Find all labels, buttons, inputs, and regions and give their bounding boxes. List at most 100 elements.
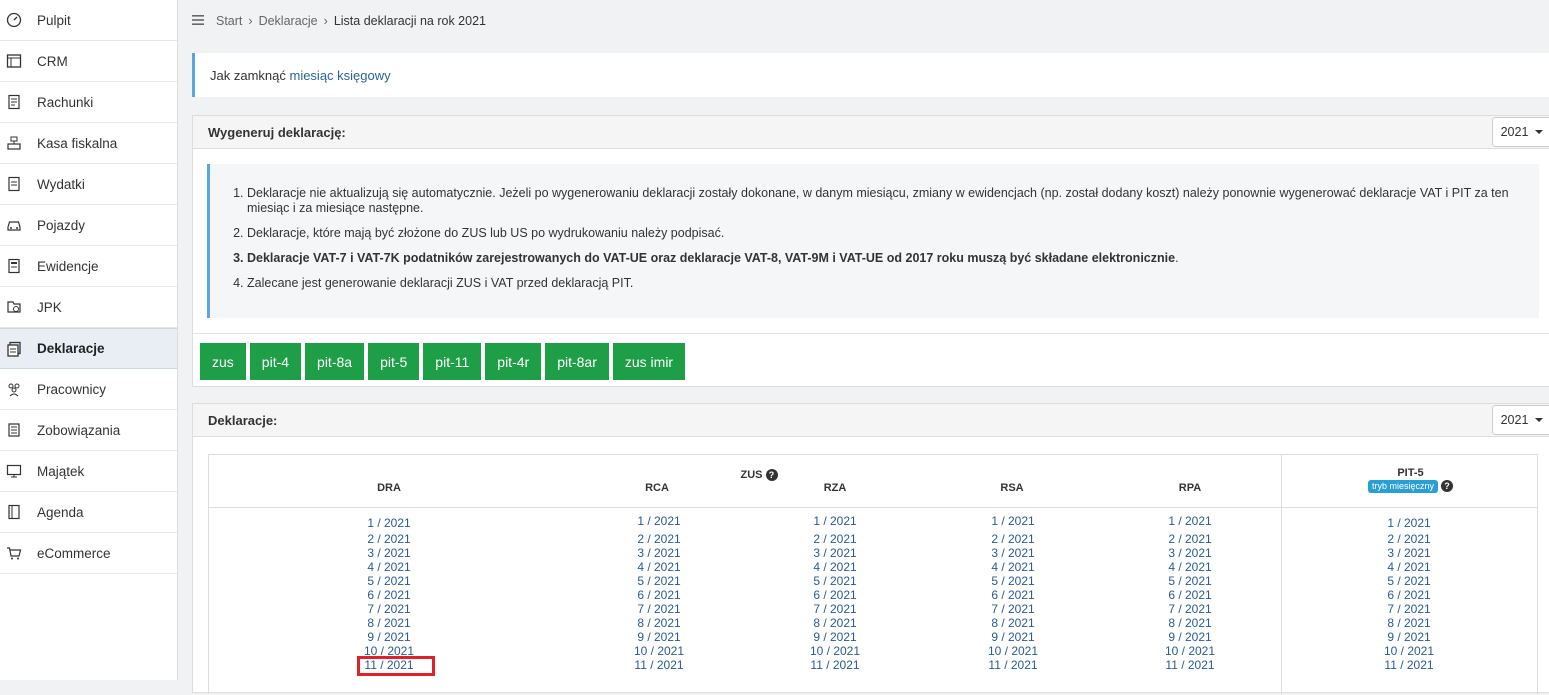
rsa-link-7[interactable]: 7 / 2021 bbox=[973, 602, 1053, 616]
rca-link-10[interactable]: 10 / 2021 bbox=[619, 644, 699, 658]
rpa-link-7[interactable]: 7 / 2021 bbox=[1150, 602, 1230, 616]
rca-link-2[interactable]: 2 / 2021 bbox=[619, 532, 699, 546]
year-select[interactable]: 2021 bbox=[1492, 405, 1549, 435]
pit-11-button[interactable]: pit-11 bbox=[423, 343, 482, 380]
breadcrumb-declarations[interactable]: Deklaracje bbox=[259, 14, 318, 28]
year-select[interactable]: 2021 bbox=[1492, 117, 1549, 147]
dra-link-8[interactable]: 8 / 2021 bbox=[349, 616, 429, 630]
pit-4r-button[interactable]: pit-4r bbox=[485, 343, 542, 380]
rpa-link-9[interactable]: 9 / 2021 bbox=[1150, 630, 1230, 644]
dra-link-9[interactable]: 9 / 2021 bbox=[349, 630, 429, 644]
col-dra-header: DRA bbox=[377, 482, 401, 494]
sidebar-item-jpk[interactable]: JPK bbox=[0, 287, 177, 328]
rsa-link-6[interactable]: 6 / 2021 bbox=[973, 588, 1053, 602]
close-month-link[interactable]: miesiąc księgowy bbox=[289, 68, 390, 83]
pit5-link-6[interactable]: 6 / 2021 bbox=[1369, 588, 1449, 602]
rpa-link-5[interactable]: 5 / 2021 bbox=[1150, 574, 1230, 588]
sidebar-item-ecommerce[interactable]: eCommerce bbox=[0, 533, 177, 574]
rsa-link-2[interactable]: 2 / 2021 bbox=[973, 532, 1053, 546]
pit5-link-8[interactable]: 8 / 2021 bbox=[1369, 616, 1449, 630]
pit5-link-1[interactable]: 1 / 2021 bbox=[1369, 516, 1449, 530]
rza-link-9[interactable]: 9 / 2021 bbox=[795, 630, 875, 644]
dra-link-1[interactable]: 1 / 2021 bbox=[349, 516, 429, 530]
rca-link-1[interactable]: 1 / 2021 bbox=[619, 514, 699, 528]
sidebar-item-majątek[interactable]: Majątek bbox=[0, 451, 177, 492]
rza-link-5[interactable]: 5 / 2021 bbox=[795, 574, 875, 588]
pit5-link-10[interactable]: 10 / 2021 bbox=[1369, 644, 1449, 658]
sidebar-item-rachunki[interactable]: Rachunki bbox=[0, 82, 177, 123]
dra-link-7[interactable]: 7 / 2021 bbox=[349, 602, 429, 616]
rza-link-4[interactable]: 4 / 2021 bbox=[795, 560, 875, 574]
rza-link-8[interactable]: 8 / 2021 bbox=[795, 616, 875, 630]
rpa-link-1[interactable]: 1 / 2021 bbox=[1150, 514, 1230, 528]
sidebar-item-pojazdy[interactable]: Pojazdy bbox=[0, 205, 177, 246]
rza-link-3[interactable]: 3 / 2021 bbox=[795, 546, 875, 560]
rza-link-6[interactable]: 6 / 2021 bbox=[795, 588, 875, 602]
rpa-link-2[interactable]: 2 / 2021 bbox=[1150, 532, 1230, 546]
pit5-link-5[interactable]: 5 / 2021 bbox=[1369, 574, 1449, 588]
pit-4-button[interactable]: pit-4 bbox=[249, 343, 302, 380]
rza-link-10[interactable]: 10 / 2021 bbox=[795, 644, 875, 658]
rza-link-7[interactable]: 7 / 2021 bbox=[795, 602, 875, 616]
rca-link-3[interactable]: 3 / 2021 bbox=[619, 546, 699, 560]
pit5-link-3[interactable]: 3 / 2021 bbox=[1369, 546, 1449, 560]
rsa-link-4[interactable]: 4 / 2021 bbox=[973, 560, 1053, 574]
rsa-link-8[interactable]: 8 / 2021 bbox=[973, 616, 1053, 630]
rpa-link-10[interactable]: 10 / 2021 bbox=[1150, 644, 1230, 658]
rpa-link-6[interactable]: 6 / 2021 bbox=[1150, 588, 1230, 602]
chevron-right-icon: › bbox=[248, 14, 253, 28]
rpa-link-11[interactable]: 11 / 2021 bbox=[1150, 658, 1230, 672]
assets-icon bbox=[2, 461, 26, 481]
rsa-link-5[interactable]: 5 / 2021 bbox=[973, 574, 1053, 588]
pit5-link-11[interactable]: 11 / 2021 bbox=[1369, 658, 1449, 672]
rza-link-11[interactable]: 11 / 2021 bbox=[795, 658, 875, 672]
sidebar-item-agenda[interactable]: Agenda bbox=[0, 492, 177, 533]
sidebar-item-wydatki[interactable]: Wydatki bbox=[0, 164, 177, 205]
sidebar-item-ewidencje[interactable]: Ewidencje bbox=[0, 246, 177, 287]
declarations-panel: Deklaracje: 2021 ZUS? DRA RCA RZA RSA RP… bbox=[192, 403, 1549, 695]
sidebar-item-crm[interactable]: CRM bbox=[0, 41, 177, 82]
dra-link-6[interactable]: 6 / 2021 bbox=[349, 588, 429, 602]
pit5-link-7[interactable]: 7 / 2021 bbox=[1369, 602, 1449, 616]
sidebar-item-zobowiązania[interactable]: Zobowiązania bbox=[0, 410, 177, 451]
rsa-link-1[interactable]: 1 / 2021 bbox=[973, 514, 1053, 528]
dra-link-5[interactable]: 5 / 2021 bbox=[349, 574, 429, 588]
rsa-link-10[interactable]: 10 / 2021 bbox=[973, 644, 1053, 658]
sidebar-item-pulpit[interactable]: Pulpit bbox=[0, 0, 177, 41]
rpa-link-3[interactable]: 3 / 2021 bbox=[1150, 546, 1230, 560]
hamburger-menu-icon[interactable] bbox=[192, 14, 204, 28]
pit-5-button[interactable]: pit-5 bbox=[368, 343, 420, 380]
pit5-link-9[interactable]: 9 / 2021 bbox=[1369, 630, 1449, 644]
rpa-link-4[interactable]: 4 / 2021 bbox=[1150, 560, 1230, 574]
sidebar-item-pracownicy[interactable]: Pracownicy bbox=[0, 369, 177, 410]
zus-imir-button[interactable]: zus imir bbox=[612, 343, 686, 380]
rca-link-5[interactable]: 5 / 2021 bbox=[619, 574, 699, 588]
pit5-link-4[interactable]: 4 / 2021 bbox=[1369, 560, 1449, 574]
dra-link-4[interactable]: 4 / 2021 bbox=[349, 560, 429, 574]
rza-link-1[interactable]: 1 / 2021 bbox=[795, 514, 875, 528]
rca-link-11[interactable]: 11 / 2021 bbox=[619, 658, 699, 672]
rsa-link-9[interactable]: 9 / 2021 bbox=[973, 630, 1053, 644]
sidebar-item-kasa-fiskalna[interactable]: Kasa fiskalna bbox=[0, 123, 177, 164]
rsa-link-3[interactable]: 3 / 2021 bbox=[973, 546, 1053, 560]
rsa-link-11[interactable]: 11 / 2021 bbox=[973, 658, 1053, 672]
rca-link-8[interactable]: 8 / 2021 bbox=[619, 616, 699, 630]
pit5-link-2[interactable]: 2 / 2021 bbox=[1369, 532, 1449, 546]
pit-8ar-button[interactable]: pit-8ar bbox=[545, 343, 609, 380]
help-icon[interactable]: ? bbox=[1441, 480, 1453, 493]
zus-button[interactable]: zus bbox=[200, 343, 246, 380]
sidebar-item-deklaracje[interactable]: Deklaracje bbox=[0, 328, 177, 369]
pit-8a-button[interactable]: pit-8a bbox=[305, 343, 365, 380]
rca-link-7[interactable]: 7 / 2021 bbox=[619, 602, 699, 616]
rpa-link-8[interactable]: 8 / 2021 bbox=[1150, 616, 1230, 630]
dra-link-2[interactable]: 2 / 2021 bbox=[349, 532, 429, 546]
dra-link-3[interactable]: 3 / 2021 bbox=[349, 546, 429, 560]
rca-link-9[interactable]: 9 / 2021 bbox=[619, 630, 699, 644]
rca-link-4[interactable]: 4 / 2021 bbox=[619, 560, 699, 574]
breadcrumb-start[interactable]: Start bbox=[216, 14, 242, 28]
rca-link-6[interactable]: 6 / 2021 bbox=[619, 588, 699, 602]
rza-link-2[interactable]: 2 / 2021 bbox=[795, 532, 875, 546]
help-icon[interactable]: ? bbox=[765, 469, 778, 482]
liabilities-icon bbox=[2, 420, 26, 440]
receipt-icon bbox=[2, 92, 26, 112]
